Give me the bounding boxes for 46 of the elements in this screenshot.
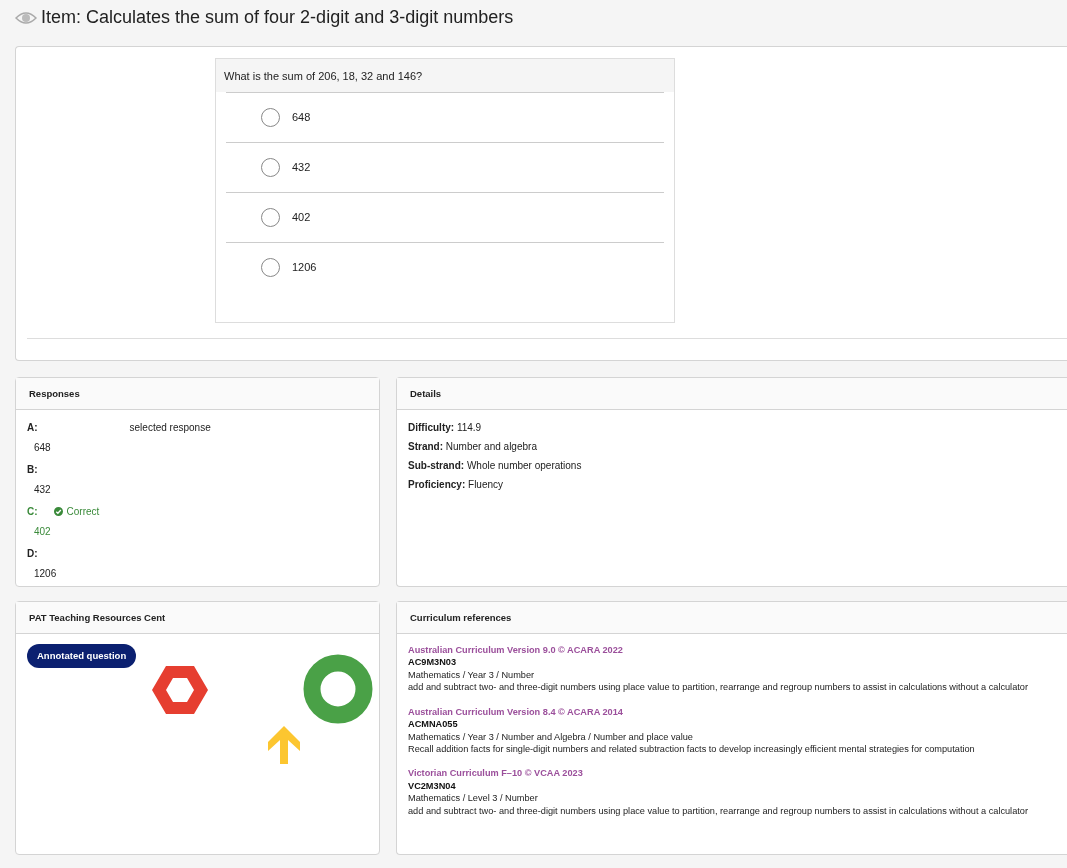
option-label: 432 xyxy=(292,160,311,176)
curriculum-path: Mathematics / Year 3 / Number and Algebra / Number and place value xyxy=(408,730,694,743)
response-answer: 402 xyxy=(33,525,52,539)
panel-title: Responses xyxy=(16,378,379,410)
curriculum-source-link[interactable]: Australian Curriculum Version 9.0 © ACARA 2022 xyxy=(408,644,1056,657)
option-label: 402 xyxy=(292,210,311,226)
curriculum-code: AC9M3N03 xyxy=(408,656,457,669)
curriculum-path: Mathematics / Year 3 / Number xyxy=(408,668,536,682)
radio-button[interactable] xyxy=(261,108,280,127)
radio-button[interactable] xyxy=(261,208,280,227)
curriculum-code: ACMNA055 xyxy=(408,718,459,731)
check-circle-icon xyxy=(53,507,63,516)
eye-icon xyxy=(15,10,37,25)
curriculum-description: Recall addition facts for single-digit numbers and related subtraction facts to develop increasingly efficient mental strategies for computation xyxy=(408,742,976,756)
radio-button[interactable] xyxy=(261,258,280,277)
curriculum-description: add and subtract two- and three-digit numbers using place value to partition, rearrange and regroup numbers to assist in calculations without a calculator xyxy=(408,681,1029,694)
response-letter: C: xyxy=(27,505,38,519)
curriculum-path: Mathematics / Level 3 / Number xyxy=(408,792,539,805)
correct-label: Correct xyxy=(66,505,100,519)
option-label: 648 xyxy=(292,110,311,126)
curriculum-description: add and subtract two- and three-digit numbers using place value to partition, rearrange and regroup numbers to assist in calculations without a calculator xyxy=(408,804,1029,818)
curriculum-source-link[interactable]: Victorian Curriculum F–10 © VCAA 2023 xyxy=(408,767,1056,780)
ring-drawing xyxy=(303,654,373,724)
panel-title: Curriculum references xyxy=(397,602,1067,634)
detail-line: Proficiency: Fluency xyxy=(408,478,505,492)
response-letter: B: xyxy=(27,463,38,477)
page-title: Item: Calculates the sum of four 2-digit and 3-digit numbers xyxy=(41,6,514,29)
hexagon-drawing xyxy=(152,666,209,714)
annotated-question-button[interactable]: Annotated question xyxy=(27,644,137,669)
question-prompt: What is the sum of 206, 18, 32 and 146? xyxy=(216,59,674,92)
detail-line: Difficulty: 114.9 xyxy=(408,421,483,435)
panel-title: Details xyxy=(397,378,1067,410)
curriculum-source-link[interactable]: Australian Curriculum Version 8.4 © ACARA 2014 xyxy=(408,705,1056,719)
arrow-drawing xyxy=(268,726,301,764)
response-letter: D: xyxy=(27,547,38,561)
radio-button[interactable] xyxy=(261,158,280,177)
curriculum-code: VC2M3N04 xyxy=(408,779,457,793)
selected-response-label: selected response xyxy=(129,421,211,435)
detail-line: Sub-strand: Whole number operations xyxy=(408,459,583,473)
detail-line: Strand: Number and algebra xyxy=(408,440,538,454)
response-answer: 1206 xyxy=(33,567,58,581)
response-letter: A: xyxy=(27,421,38,435)
response-answer: 648 xyxy=(33,441,52,455)
panel-title: PAT Teaching Resources Cent xyxy=(16,602,379,634)
response-answer: 432 xyxy=(33,483,52,497)
option-label: 1206 xyxy=(292,260,317,276)
